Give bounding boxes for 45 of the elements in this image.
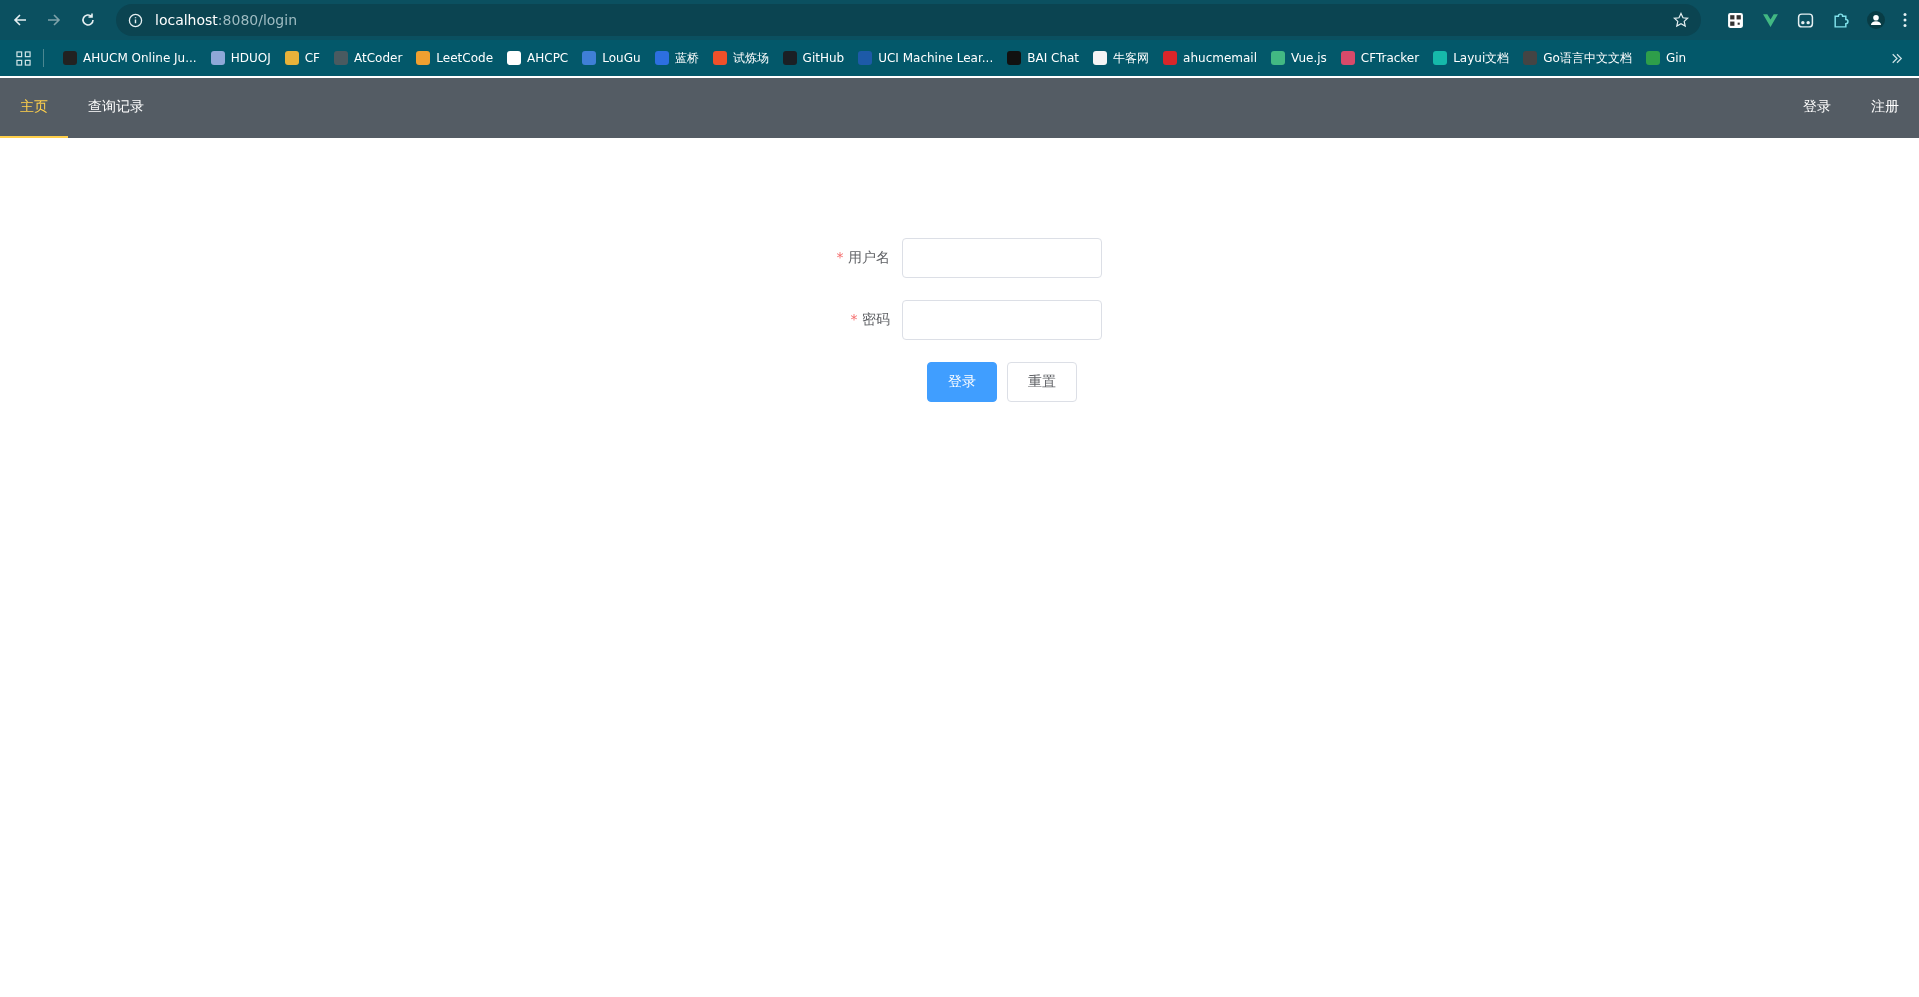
- bookmark-item[interactable]: LeetCode: [409, 51, 500, 65]
- nav-tab[interactable]: 查询记录: [68, 78, 164, 138]
- form-button[interactable]: 重置: [1006, 362, 1077, 402]
- star-icon[interactable]: [1673, 12, 1689, 28]
- field-label: 密码: [861, 311, 890, 327]
- bookmark-item[interactable]: 试炼场: [705, 49, 776, 67]
- nav-link[interactable]: 登录: [1783, 78, 1851, 138]
- chevron-right-icon[interactable]: [1891, 52, 1903, 64]
- bookmark-item[interactable]: CF: [277, 51, 327, 65]
- bookmark-item[interactable]: ahucmemail: [1156, 51, 1265, 65]
- bookmark-item[interactable]: UCI Machine Lear...: [851, 51, 1001, 65]
- url-text: localhost:8080/login: [155, 12, 298, 28]
- forward-icon[interactable]: [46, 12, 62, 28]
- bookmark-item[interactable]: Gin: [1638, 51, 1694, 65]
- qr-code-icon[interactable]: [1727, 11, 1744, 29]
- bookmark-item[interactable]: AHCPC: [500, 51, 576, 65]
- bookmark-item[interactable]: BAI Chat: [1000, 51, 1087, 65]
- info-icon[interactable]: [128, 12, 143, 28]
- field-label: 用户名: [847, 249, 890, 265]
- input-field[interactable]: [901, 238, 1102, 278]
- bookmark-item[interactable]: AHUCM Online Ju...: [56, 51, 204, 65]
- nav-link[interactable]: 注册: [1851, 78, 1919, 138]
- bookmark-item[interactable]: Layui文档: [1426, 49, 1517, 67]
- puzzle-icon[interactable]: [1832, 11, 1849, 29]
- nav-tab[interactable]: 主页: [0, 78, 68, 138]
- bookmark-item[interactable]: Vue.js: [1264, 51, 1334, 65]
- required-mark: *: [836, 249, 844, 265]
- bookmark-item[interactable]: LouGu: [575, 51, 648, 65]
- back-icon[interactable]: [12, 12, 28, 28]
- apps-grid-icon[interactable]: [16, 50, 31, 66]
- bookmark-item[interactable]: HDUOJ: [203, 51, 278, 65]
- address-bar[interactable]: localhost:8080/login: [116, 4, 1701, 36]
- bookmark-item[interactable]: 蓝桥: [647, 49, 706, 67]
- bookmark-item[interactable]: 牛客网: [1086, 49, 1157, 67]
- input-field[interactable]: [901, 300, 1102, 340]
- required-mark: *: [850, 311, 858, 327]
- profile-icon[interactable]: [1867, 11, 1885, 29]
- vue-logo-icon[interactable]: [1762, 11, 1779, 29]
- bookmark-item[interactable]: GitHub: [775, 51, 852, 65]
- bookmark-item[interactable]: AtCoder: [327, 51, 410, 65]
- glasses-icon[interactable]: [1797, 11, 1814, 29]
- bookmark-item[interactable]: Go语言中文文档: [1516, 49, 1639, 67]
- bookmark-item[interactable]: CFTracker: [1333, 51, 1427, 65]
- more-menu-icon[interactable]: [1903, 12, 1907, 28]
- reload-icon[interactable]: [80, 12, 96, 28]
